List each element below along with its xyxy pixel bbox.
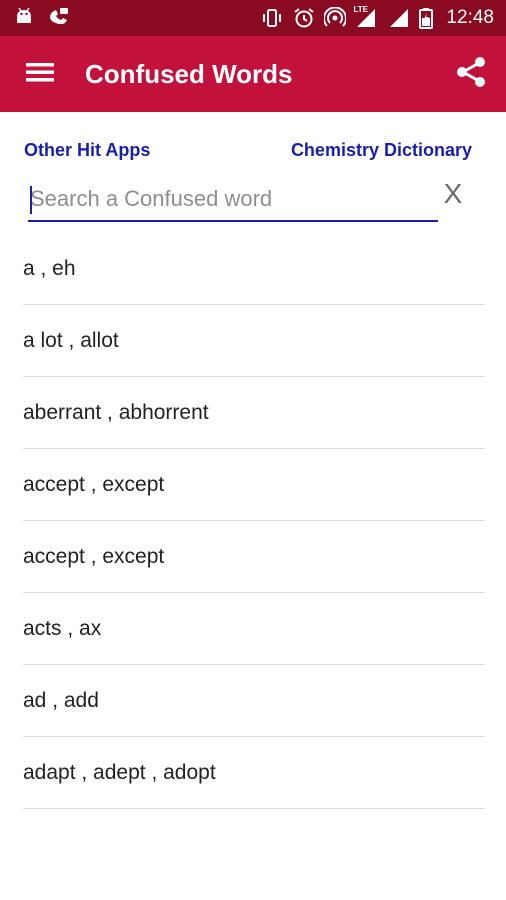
links-row: Other Hit Apps Chemistry Dictionary [0, 136, 506, 166]
status-bar: LTE 12:48 [0, 0, 506, 36]
list-item[interactable]: a lot , allot [23, 305, 485, 377]
hamburger-menu-icon [26, 61, 54, 88]
hotspot-icon [324, 7, 347, 29]
search-field [28, 178, 438, 222]
android-icon [14, 7, 34, 30]
other-hit-apps-link[interactable]: Other Hit Apps [24, 140, 150, 161]
share-button[interactable] [436, 36, 506, 112]
list-item[interactable]: acts , ax [23, 593, 485, 665]
list-item[interactable]: accept , except [23, 521, 485, 593]
battery-icon [419, 7, 434, 29]
search-input[interactable] [28, 178, 438, 220]
list-item[interactable]: aberrant , abhorrent [23, 377, 485, 449]
signal-icon [388, 7, 410, 29]
status-time: 12:48 [446, 7, 494, 28]
signal-icon: LTE [353, 5, 379, 29]
vibrate-icon [260, 8, 284, 28]
phone-call-icon [48, 6, 70, 31]
page-title: Confused Words [85, 58, 293, 89]
list-item[interactable]: accept , except [23, 449, 485, 521]
list-item[interactable]: ad , add [23, 665, 485, 737]
word-list: a , eh a lot , allot aberrant , abhorren… [23, 233, 485, 809]
menu-button[interactable] [0, 36, 80, 112]
text-cursor [30, 186, 32, 214]
list-item[interactable]: a , eh [23, 233, 485, 305]
list-item[interactable]: adapt , adept , adopt [23, 737, 485, 809]
alarm-icon [293, 7, 315, 29]
clear-search-button[interactable]: X [440, 176, 466, 212]
share-icon [455, 56, 487, 93]
chemistry-dictionary-link[interactable]: Chemistry Dictionary [291, 140, 472, 161]
app-bar: Confused Words [0, 36, 506, 112]
lte-label: LTE [353, 5, 368, 14]
